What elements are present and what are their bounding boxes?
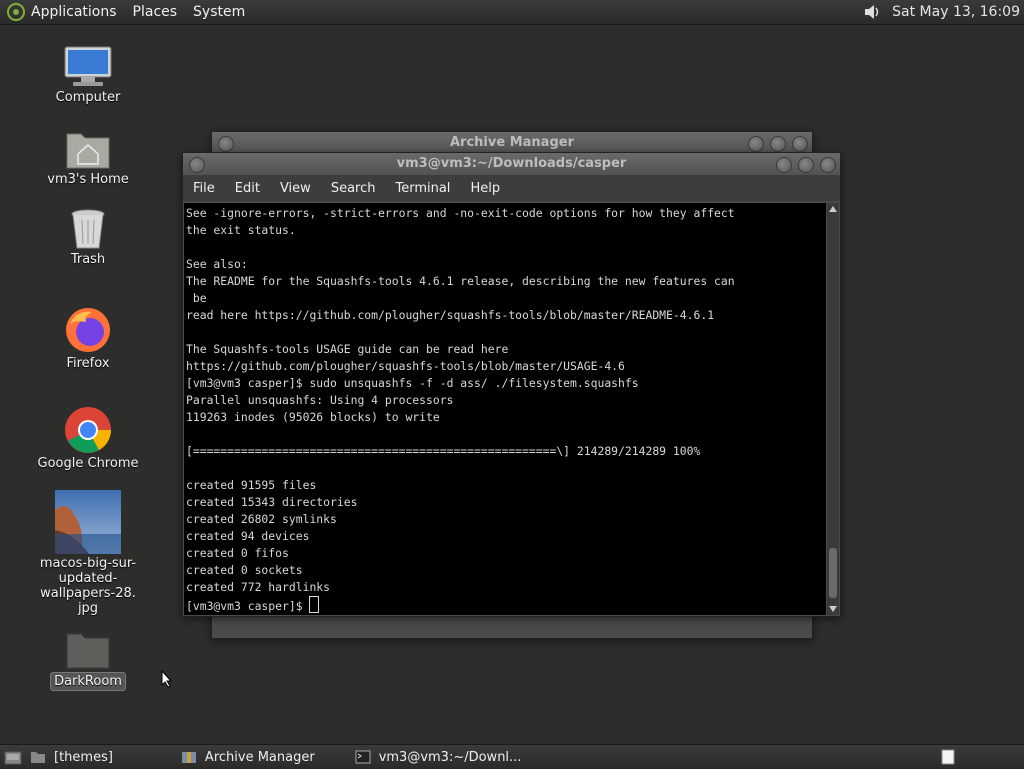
window-title: Archive Manager — [450, 135, 574, 150]
task-label: vm3@vm3:~/Downl... — [378, 749, 522, 765]
terminal-line: the exit status. — [186, 223, 296, 237]
desktop-icon-wallpaper-file[interactable]: macos-big-sur- updated-wallpapers-28. jp… — [23, 490, 153, 616]
terminal-line: The README for the Squashfs-tools 4.6.1 … — [186, 274, 735, 288]
top-panel: Applications Places System Sat May 13, 1… — [0, 0, 1024, 25]
terminal-line: created 91595 files — [186, 478, 317, 492]
maximize-button[interactable] — [770, 136, 786, 152]
terminal-icon — [355, 750, 371, 764]
terminal-menubar: File Edit View Search Terminal Help — [183, 175, 840, 201]
terminal-line: [vm3@vm3 casper]$ sudo unsquashfs -f -d … — [186, 376, 639, 390]
top-panel-tray: Sat May 13, 16:09 — [862, 0, 1020, 24]
desktop-icon-trash[interactable]: Trash — [23, 208, 153, 267]
maximize-button[interactable] — [798, 157, 814, 173]
taskbar-item-terminal[interactable]: vm3@vm3:~/Downl... — [355, 749, 522, 765]
distro-logo-icon[interactable] — [7, 3, 25, 21]
archive-manager-icon — [181, 752, 196, 763]
desktop-icon-label: Trash — [70, 252, 106, 267]
taskbar-item-archive-manager[interactable]: Archive Manager — [181, 750, 315, 765]
terminal-line: created 0 fifos — [186, 546, 289, 560]
window-menu-button[interactable] — [189, 157, 205, 173]
desktop-icon-home[interactable]: vm3's Home — [23, 128, 153, 187]
chrome-icon — [65, 407, 111, 453]
terminal-line: The Squashfs-tools USAGE guide can be re… — [186, 342, 509, 356]
desktop-icon-label: DarkRoom — [50, 672, 126, 691]
minimize-button[interactable] — [748, 136, 764, 152]
clock[interactable]: Sat May 13, 16:09 — [892, 4, 1020, 20]
bottom-panel: [themes] Archive Manager vm3@vm3:~/Downl… — [0, 744, 1024, 769]
terminal-line: Parallel unsquashfs: Using 4 processors — [186, 393, 454, 407]
firefox-icon — [66, 308, 110, 352]
desktop-icon-darkroom[interactable]: DarkRoom — [23, 630, 153, 691]
terminal-scrollbar[interactable] — [827, 203, 839, 615]
image-thumbnail-icon — [55, 490, 121, 554]
volume-icon[interactable] — [862, 2, 882, 22]
terminal-line: created 15343 directories — [186, 495, 358, 509]
terminal-line: created 0 sockets — [186, 563, 303, 577]
terminal-line: created 26802 symlinks — [186, 512, 337, 526]
computer-icon — [64, 46, 112, 86]
workspace-switcher-icon[interactable] — [941, 749, 955, 765]
desktop-icon-label: Computer — [55, 90, 121, 105]
menu-help[interactable]: Help — [470, 181, 500, 196]
applications-menu[interactable]: Applications — [31, 4, 117, 20]
show-desktop-icon[interactable] — [4, 749, 22, 765]
terminal-line: read here https://github.com/plougher/sq… — [186, 308, 715, 322]
desktop-icon-chrome[interactable]: Google Chrome — [23, 406, 153, 471]
terminal-titlebar[interactable]: vm3@vm3:~/Downloads/casper — [183, 153, 840, 175]
archive-manager-titlebar[interactable]: Archive Manager — [212, 132, 812, 154]
trash-icon — [71, 209, 105, 249]
folder-icon — [31, 752, 45, 763]
minimize-button[interactable] — [776, 157, 792, 173]
terminal-line: created 772 hardlinks — [186, 580, 331, 594]
terminal-cursor — [309, 596, 320, 613]
scroll-up-arrow-icon[interactable] — [828, 205, 838, 213]
terminal-line: [=======================================… — [186, 444, 701, 458]
menu-search[interactable]: Search — [331, 181, 376, 196]
places-menu[interactable]: Places — [133, 4, 178, 20]
scroll-down-arrow-icon[interactable] — [828, 605, 838, 613]
menu-view[interactable]: View — [280, 181, 311, 196]
task-label: [themes] — [54, 749, 113, 765]
menu-edit[interactable]: Edit — [235, 181, 260, 196]
desktop-icon-firefox[interactable]: Firefox — [23, 306, 153, 371]
task-label: Archive Manager — [204, 749, 315, 765]
terminal-prompt-line[interactable]: [vm3@vm3 casper]$ — [186, 596, 826, 615]
desktop-icon-label: macos-big-sur- updated-wallpapers-28. jp… — [39, 556, 137, 616]
terminal-line: created 94 devices — [186, 529, 310, 543]
window-menu-button[interactable] — [218, 136, 234, 152]
desktop-icon-label: vm3's Home — [47, 172, 129, 187]
terminal-line: See also: — [186, 257, 248, 271]
terminal-prompt: [vm3@vm3 casper]$ — [186, 599, 310, 613]
terminal-window[interactable]: vm3@vm3:~/Downloads/casper File Edit Vie… — [182, 152, 841, 617]
desktop-icon-computer[interactable]: Computer — [23, 46, 153, 105]
window-title: vm3@vm3:~/Downloads/casper — [396, 156, 627, 171]
terminal-line: be — [186, 291, 207, 305]
desktop-icon-label: Google Chrome — [37, 456, 139, 471]
system-menu[interactable]: System — [193, 4, 245, 20]
folder-icon — [66, 633, 110, 669]
close-button[interactable] — [820, 157, 836, 173]
taskbar-item-themes[interactable]: [themes] — [30, 750, 113, 765]
close-button[interactable] — [792, 136, 808, 152]
home-folder-icon — [66, 133, 110, 169]
mouse-pointer-icon — [161, 670, 173, 688]
menu-file[interactable]: File — [193, 181, 215, 196]
desktop-icon-label: Firefox — [66, 356, 110, 371]
menu-terminal[interactable]: Terminal — [395, 181, 450, 196]
scrollbar-thumb[interactable] — [829, 548, 837, 598]
terminal-output[interactable]: See -ignore-errors, -strict-errors and -… — [184, 203, 826, 615]
terminal-line: See -ignore-errors, -strict-errors and -… — [186, 206, 735, 220]
terminal-line: 119263 inodes (95026 blocks) to write — [186, 410, 440, 424]
terminal-line: https://github.com/plougher/squashfs-too… — [186, 359, 625, 373]
